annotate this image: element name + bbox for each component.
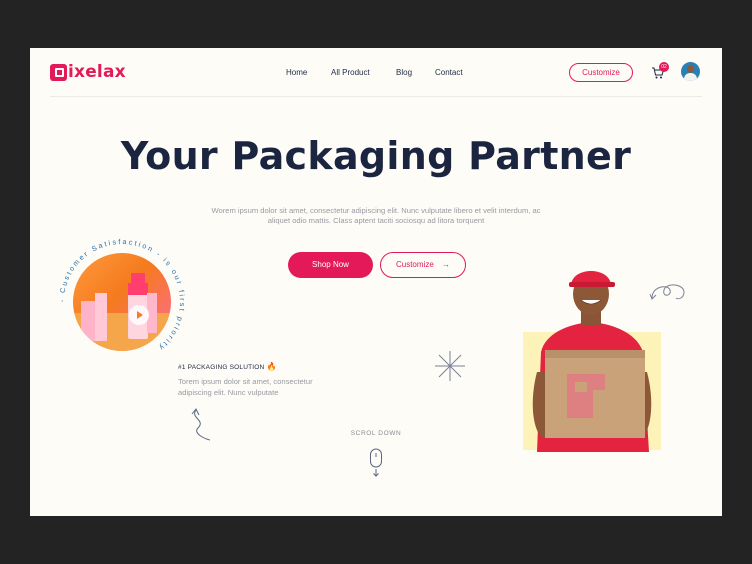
solution-description: Torem ipsum dolor sit amet, consectetur …: [178, 377, 313, 397]
product-bottles-image: [73, 273, 171, 351]
nav-item-home[interactable]: Home: [286, 68, 307, 77]
hero-customize-label: Customize: [395, 260, 434, 269]
solution-tag: #1 PACKAGING SOLUTION 🔥: [178, 362, 277, 371]
delivery-person-photo: [523, 271, 661, 452]
header-customize-button[interactable]: Customize: [569, 63, 633, 82]
nav-item-all-product[interactable]: All Product: [331, 68, 370, 77]
nav-item-blog[interactable]: Blog: [396, 68, 412, 77]
hero-customize-button[interactable]: Customize →: [380, 252, 466, 278]
scroll-down-label[interactable]: SCROL DOWN: [330, 430, 422, 437]
sparkle-icon: [435, 351, 465, 381]
product-video-thumbnail[interactable]: [73, 253, 171, 351]
video-badge: - Customer Satisfaction - is our first p…: [56, 236, 188, 368]
user-avatar[interactable]: [681, 62, 700, 81]
curly-arrow-icon: [191, 408, 211, 441]
landing-page: ixelax Home All Product Blog Contact Cus…: [30, 48, 722, 516]
cart-count-badge: 02: [659, 62, 669, 72]
logo-mark-icon: [50, 63, 67, 81]
play-icon[interactable]: [129, 305, 149, 325]
mouse-scroll-icon[interactable]: [369, 448, 383, 478]
arrow-right-icon: →: [442, 260, 451, 269]
logo-text: ixelax: [68, 62, 126, 82]
header-divider: [50, 96, 702, 97]
hero-subtitle: Worem ipsum dolor sit amet, consectetur …: [211, 206, 541, 225]
nav-item-contact[interactable]: Contact: [435, 68, 463, 77]
brand-logo[interactable]: ixelax: [50, 62, 126, 82]
hero-title: Your Packaging Partner: [120, 134, 632, 178]
fire-icon: 🔥: [266, 362, 277, 371]
solution-tag-text: #1 PACKAGING SOLUTION: [178, 364, 265, 371]
shop-now-button[interactable]: Shop Now: [288, 252, 373, 278]
